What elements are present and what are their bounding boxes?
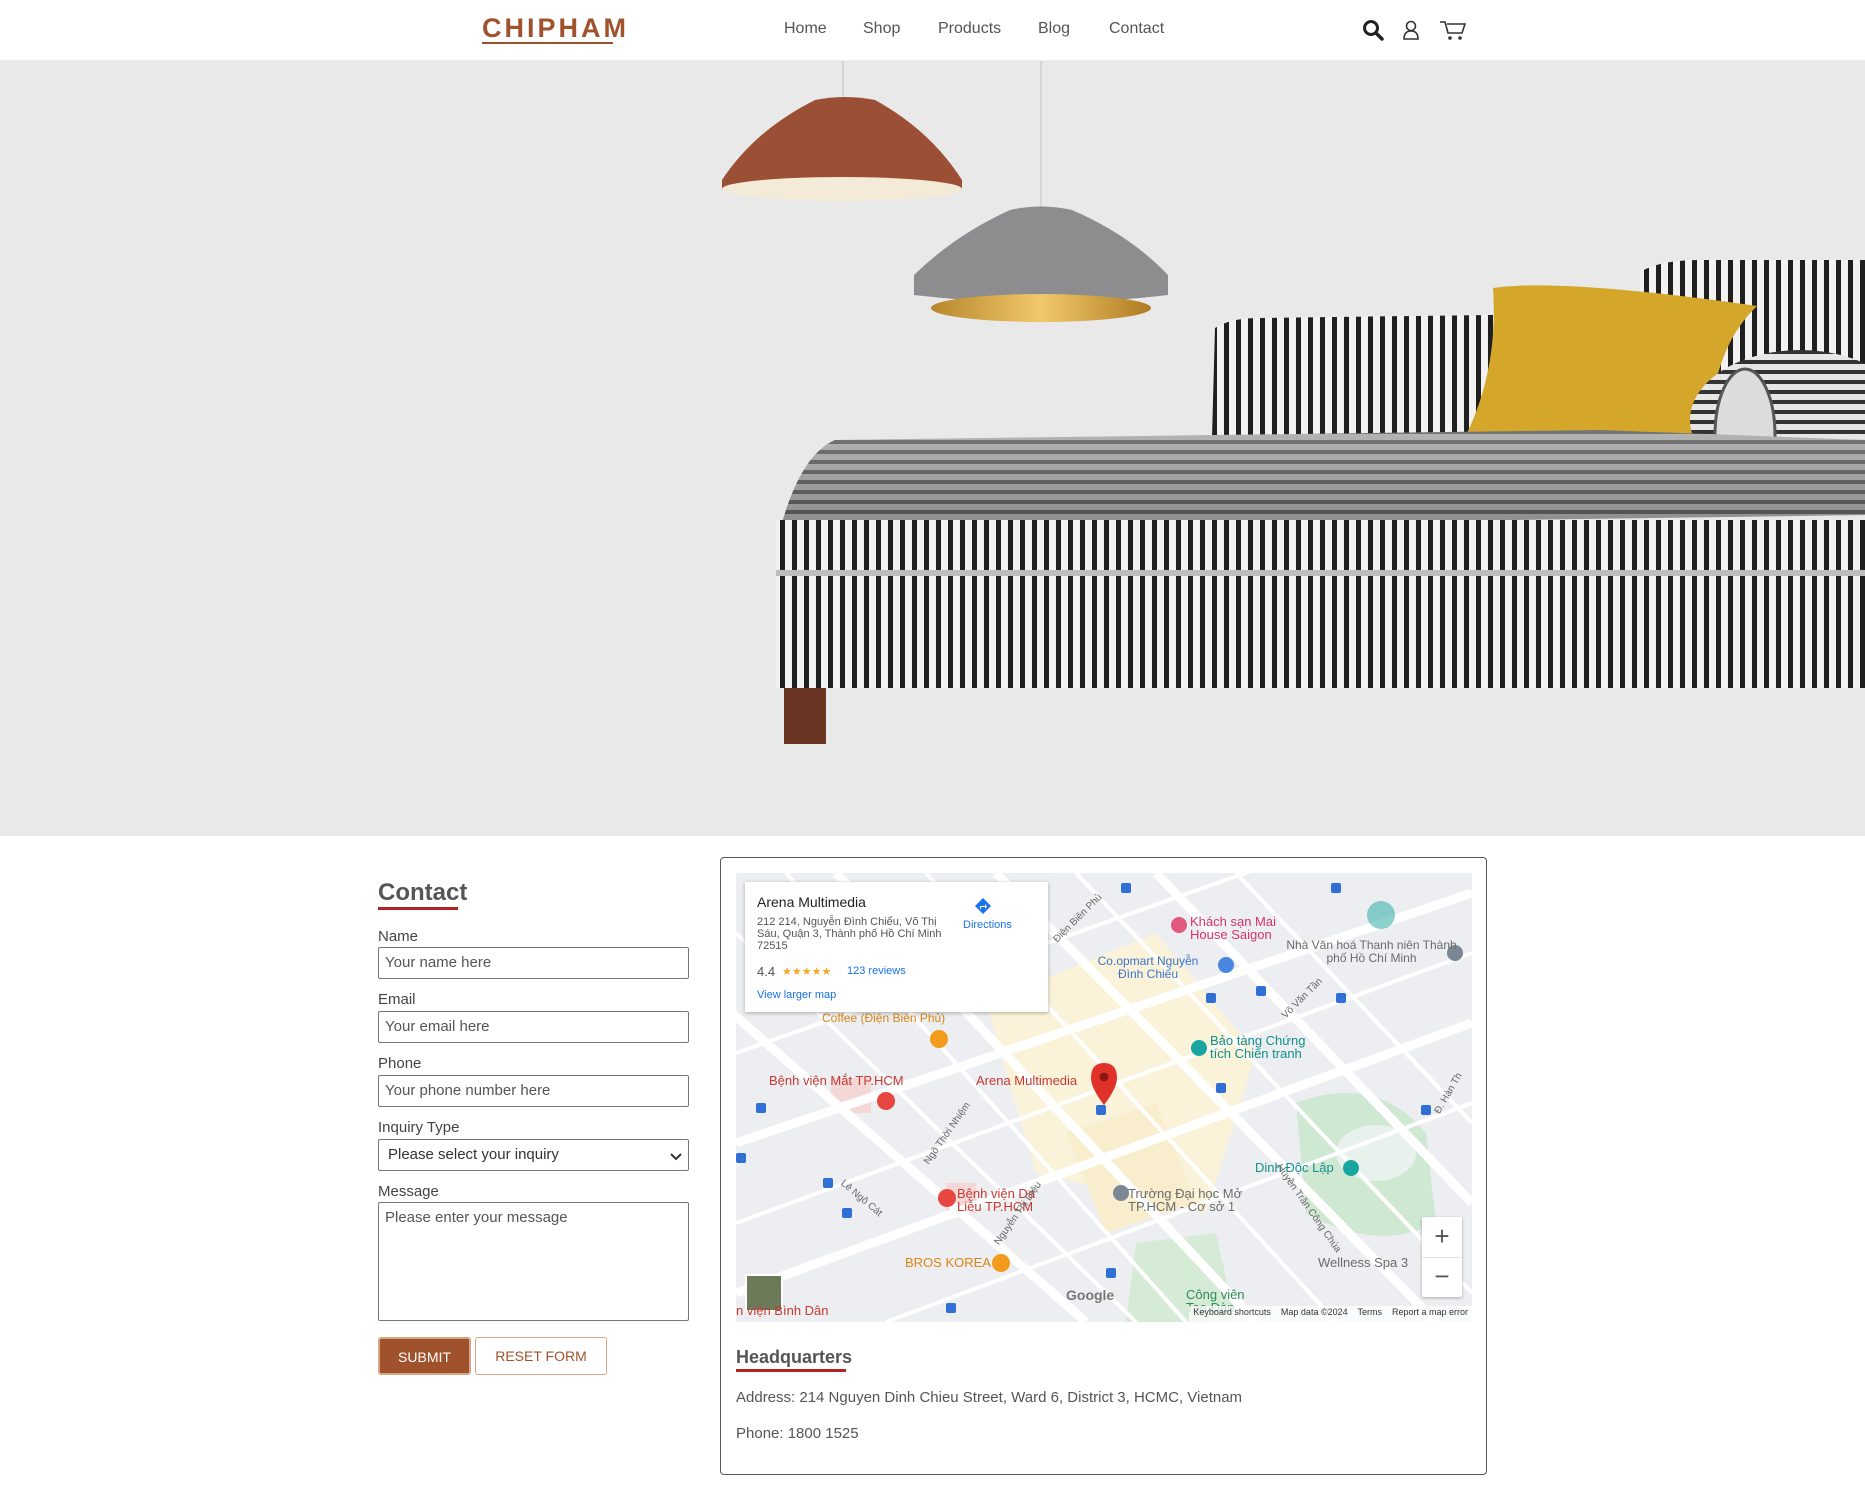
- headquarters-address: Address: 214 Nguyen Dinh Chieu Street, W…: [736, 1389, 1243, 1406]
- directions-icon[interactable]: [973, 896, 993, 919]
- nav-products[interactable]: Products: [938, 20, 1001, 38]
- map-label-bros-korea[interactable]: BROS KOREA: [905, 1255, 991, 1270]
- headquarters-phone: Phone: 1800 1525: [736, 1425, 859, 1442]
- report-error-link[interactable]: Report a map error: [1392, 1307, 1468, 1317]
- site-header: CHIPHAM Home Shop Products Blog Contact: [0, 0, 1865, 61]
- message-label: Message: [378, 1183, 439, 1200]
- inquiry-type-label: Inquiry Type: [378, 1119, 460, 1136]
- rating-stars: ★★★★★: [782, 966, 832, 978]
- user-icon[interactable]: [1402, 19, 1420, 46]
- phone-label: Phone: [378, 1055, 422, 1072]
- message-textarea[interactable]: Please enter your message: [378, 1202, 689, 1321]
- name-input[interactable]: Your name here: [378, 947, 689, 979]
- nav-contact[interactable]: Contact: [1109, 20, 1164, 38]
- map-label-arena[interactable]: Arena Multimedia: [976, 1073, 1077, 1088]
- map-label-coopmart[interactable]: Co.opmart Nguyễn Đình Chiểu: [1093, 955, 1203, 981]
- search-icon[interactable]: [1362, 19, 1384, 46]
- reset-form-button[interactable]: RESET FORM: [475, 1337, 607, 1375]
- place-rating: 4.4: [757, 964, 776, 979]
- inquiry-type-value: Please select your inquiry: [388, 1146, 559, 1163]
- map-attribution: Keyboard shortcuts Map data ©2024 Terms …: [1189, 1306, 1472, 1322]
- nav-blog[interactable]: Blog: [1038, 20, 1070, 38]
- map-info-box: Arena Multimedia 212 214, Nguyễn Đình Ch…: [745, 882, 1048, 1012]
- place-name: Arena Multimedia: [757, 894, 866, 910]
- chevron-down-icon: [670, 1149, 682, 1166]
- submit-button[interactable]: SUBMIT: [378, 1337, 471, 1375]
- map-label-bao-tang[interactable]: Bảo tàng Chứng tích Chiến tranh: [1210, 1034, 1320, 1060]
- zoom-controls: + −: [1422, 1217, 1462, 1297]
- google-logo: Google: [1066, 1287, 1115, 1303]
- headquarters-title: Headquarters: [736, 1347, 853, 1367]
- map-label-hotel[interactable]: Khách sạn Mai House Saigon: [1190, 915, 1300, 941]
- contact-title-underline: [378, 907, 458, 910]
- headquarters-underline: [736, 1369, 846, 1372]
- logo[interactable]: CHIPHAM: [482, 13, 629, 44]
- directions-link[interactable]: Directions: [963, 919, 1012, 931]
- logo-underline: [482, 42, 613, 44]
- map-label-nha-van-hoa[interactable]: Nhà Văn hoá Thanh niên Thành phố Hồ Chí …: [1284, 939, 1459, 965]
- name-label: Name: [378, 928, 419, 945]
- zoom-in-button[interactable]: +: [1422, 1217, 1462, 1258]
- keyboard-shortcuts-link[interactable]: Keyboard shortcuts: [1193, 1307, 1271, 1317]
- map-label-coffee[interactable]: Coffee (Điện Biên Phủ): [822, 1011, 945, 1025]
- map-data-text: Map data ©2024: [1280, 1307, 1348, 1317]
- nav-shop[interactable]: Shop: [863, 20, 900, 38]
- map-label-binh-dan[interactable]: n viện Bình Dân: [736, 1303, 829, 1318]
- cart-icon[interactable]: [1438, 18, 1468, 47]
- contact-title: Contact: [378, 879, 468, 906]
- zoom-out-button[interactable]: −: [1422, 1258, 1462, 1297]
- nav-home[interactable]: Home: [784, 20, 827, 38]
- map-label-dinh-doc-lap[interactable]: Dinh Độc Lập: [1255, 1160, 1334, 1175]
- map-label-truong-dh[interactable]: Trường Đại học Mở TP.HCM - Cơ sở 1: [1128, 1187, 1258, 1213]
- view-larger-map-link[interactable]: View larger map: [757, 989, 836, 1001]
- reviews-link[interactable]: 123 reviews: [847, 965, 906, 977]
- hero-banner: [0, 60, 1865, 836]
- inquiry-type-select[interactable]: Please select your inquiry: [378, 1139, 689, 1171]
- terms-link[interactable]: Terms: [1357, 1307, 1382, 1317]
- email-label: Email: [378, 991, 416, 1008]
- phone-input[interactable]: Your phone number here: [378, 1075, 689, 1107]
- place-address: 212 214, Nguyễn Đình Chiểu, Võ Thị Sáu, …: [757, 916, 942, 952]
- map-label-wellness[interactable]: Wellness Spa 3: [1318, 1255, 1408, 1270]
- hero-image: [722, 60, 1865, 744]
- map-label-benh-vien-mat[interactable]: Bệnh viện Mắt TP.HCM: [769, 1073, 904, 1088]
- email-input[interactable]: Your email here: [378, 1011, 689, 1043]
